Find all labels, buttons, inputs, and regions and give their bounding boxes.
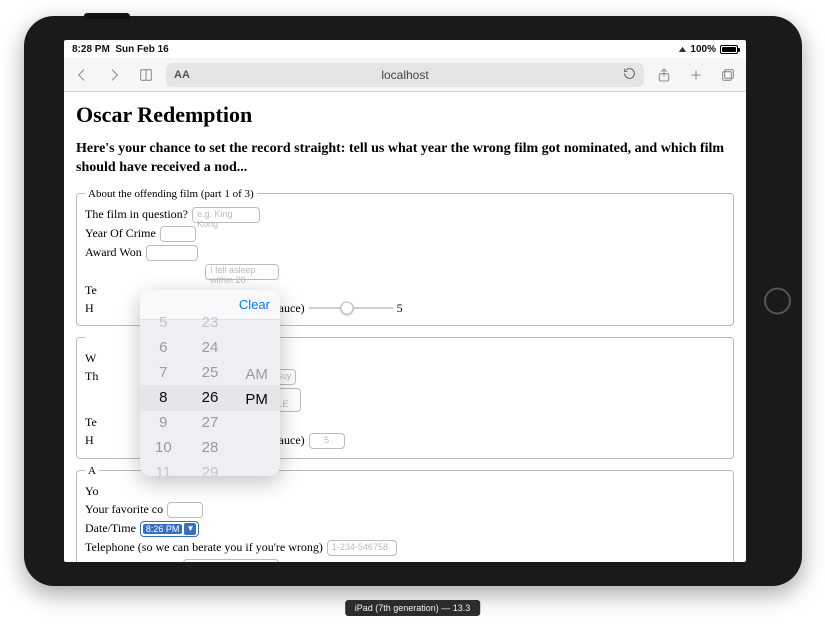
label-th: Th: [85, 369, 98, 384]
input-rating-2[interactable]: 5: [309, 433, 345, 449]
input-telephone[interactable]: 1-234-546758: [327, 540, 397, 556]
status-bar: 8:28 PM Sun Feb 16 100%: [64, 40, 746, 58]
ipad-bezel: 8:28 PM Sun Feb 16 100% AA localhost: [24, 16, 802, 586]
input-award[interactable]: [146, 245, 198, 261]
reader-button[interactable]: AA: [174, 69, 194, 81]
new-tab-button[interactable]: [684, 63, 708, 87]
input-time[interactable]: 8:26 PM ▼: [140, 521, 200, 537]
battery-percent: 100%: [690, 44, 716, 55]
ipad-home-button[interactable]: [764, 288, 791, 315]
forward-button[interactable]: [102, 63, 126, 87]
legend-1: About the offending film (part 1 of 3): [85, 188, 257, 200]
page-subtitle: Here's your chance to set the record str…: [76, 140, 734, 178]
fieldset-about-you: A Yo Your favorite co Date/Time 8:26 PM …: [76, 465, 734, 562]
time-picker-popover[interactable]: Clear 5 6 7 8 9 10 11 23 24: [140, 290, 280, 476]
status-right: 100%: [678, 44, 739, 55]
label-w: W: [85, 351, 96, 366]
clear-button[interactable]: Clear: [239, 297, 270, 312]
textarea-reason-1[interactable]: I fell asleep within 20: [205, 264, 279, 280]
label-datetime: Date/Time: [85, 521, 136, 536]
label-telephone: Telephone (so we can berate you if you'r…: [85, 540, 323, 555]
label-year: Year Of Crime: [85, 226, 156, 241]
chevron-down-icon[interactable]: ▼: [184, 523, 196, 535]
picker-highlight: [140, 385, 280, 411]
bookmarks-button[interactable]: [134, 63, 158, 87]
wifi-icon: [678, 44, 687, 55]
canvas: 8:28 PM Sun Feb 16 100% AA localhost: [0, 0, 825, 624]
time-value: 8:26 PM: [143, 524, 183, 534]
label-fav-color: Your favorite co: [85, 502, 163, 517]
label-h-2: H: [85, 433, 94, 448]
battery-icon: [720, 45, 738, 54]
reload-button[interactable]: [623, 67, 636, 83]
ipad-screen: 8:28 PM Sun Feb 16 100% AA localhost: [64, 40, 746, 562]
share-button[interactable]: [652, 63, 676, 87]
label-h-1: H: [85, 301, 94, 316]
input-email[interactable]: dwight.schultz@gmail.co: [183, 559, 279, 562]
safari-toolbar: AA localhost: [64, 58, 746, 92]
back-button[interactable]: [70, 63, 94, 87]
clock: 8:28 PM: [72, 44, 110, 55]
date: Sun Feb 16: [115, 44, 168, 55]
time-picker-wheels[interactable]: 5 6 7 8 9 10 11 23 24 25 26 27 28: [140, 320, 280, 476]
legend-3: A: [85, 465, 99, 477]
input-film-name[interactable]: e.g. King Kong: [192, 207, 260, 223]
label-te-2: Te: [85, 415, 97, 430]
tabs-button[interactable]: [716, 63, 740, 87]
label-film-question: The film in question?: [85, 207, 188, 222]
address-bar[interactable]: AA localhost: [166, 63, 644, 87]
ipad-power-button: [84, 13, 130, 19]
page-title: Oscar Redemption: [76, 102, 734, 128]
simulator-caption: iPad (7th generation) — 13.3: [345, 600, 481, 616]
status-left: 8:28 PM Sun Feb 16: [72, 44, 169, 55]
rating-slider[interactable]: [309, 301, 393, 315]
label-te-1: Te: [85, 283, 97, 298]
label-email: Your Email address: [85, 559, 179, 562]
input-color[interactable]: [167, 502, 203, 518]
slider-max: 5: [397, 301, 403, 316]
label-yo: Yo: [85, 484, 98, 499]
label-award: Award Won: [85, 245, 142, 260]
url-text: localhost: [381, 68, 428, 82]
input-year[interactable]: [160, 226, 196, 242]
